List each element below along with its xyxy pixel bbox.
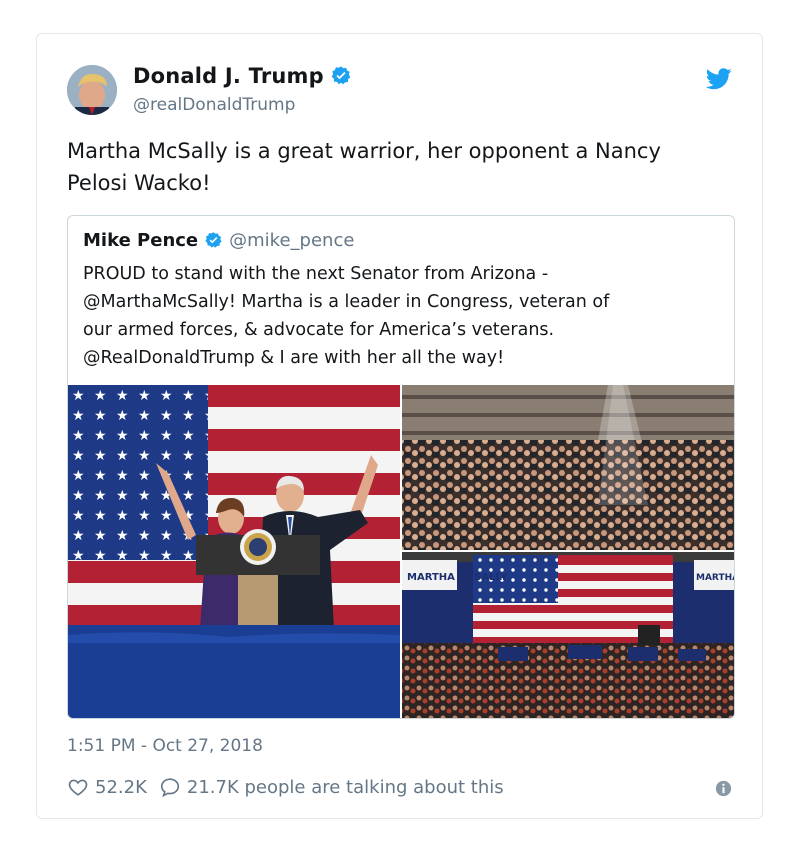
media-photo-crowd[interactable] xyxy=(402,385,734,550)
author-name[interactable]: Donald J. Trump xyxy=(133,64,352,88)
speech-bubble-icon[interactable] xyxy=(159,776,181,798)
tweet-text: Martha McSally is a great warrior, her o… xyxy=(67,135,737,199)
quoted-tweet-media[interactable]: ★ xyxy=(68,385,734,718)
media-photo-rally-stage[interactable] xyxy=(68,385,400,718)
quoted-text-line: PROUD to stand with the next Senator fro… xyxy=(83,264,549,284)
campaign-sign-right: MARTHA McSA xyxy=(696,573,734,583)
talking-count[interactable]: 21.7K people are talking about this xyxy=(187,777,504,798)
media-photo-wide-rally[interactable]: MARTHA McSALLY MARTHA McSA xyxy=(402,552,734,718)
verified-icon xyxy=(331,66,351,85)
campaign-sign-left: MARTHA McSALLY xyxy=(407,572,508,583)
verified-icon xyxy=(205,232,222,248)
quoted-author-name[interactable]: Mike Pence xyxy=(83,230,198,251)
tweet-text-line: Martha McSally is a great warrior, her o… xyxy=(67,139,661,163)
likes-count[interactable]: 52.2K xyxy=(95,777,147,798)
quoted-text-line: @MarthaMcSally! Martha is a leader in Co… xyxy=(83,292,610,312)
twitter-bird-icon[interactable] xyxy=(706,68,732,90)
quoted-text-line: our armed forces, & advocate for America… xyxy=(83,320,555,340)
author-avatar[interactable] xyxy=(67,65,117,115)
tweet-timestamp[interactable]: 1:51 PM - Oct 27, 2018 xyxy=(67,736,263,756)
embedded-tweet-card: Donald J. Trump @realDonaldTrump Martha … xyxy=(36,33,763,819)
quoted-author-handle[interactable]: @mike_pence xyxy=(229,230,354,251)
quoted-tweet-text: PROUD to stand with the next Senator fro… xyxy=(83,260,723,372)
info-icon[interactable] xyxy=(715,780,732,797)
quoted-tweet-header: Mike Pence @mike_pence xyxy=(83,230,354,251)
quoted-text-line: @RealDonaldTrump & I are with her all th… xyxy=(83,348,505,368)
author-name-text: Donald J. Trump xyxy=(133,64,324,88)
author-handle[interactable]: @realDonaldTrump xyxy=(133,95,295,115)
heart-icon[interactable] xyxy=(67,776,89,798)
quoted-tweet[interactable]: Mike Pence @mike_pence PROUD to stand wi… xyxy=(67,215,735,719)
tweet-actions: 52.2K 21.7K people are talking about thi… xyxy=(67,776,504,798)
tweet-text-line: Pelosi Wacko! xyxy=(67,171,211,195)
